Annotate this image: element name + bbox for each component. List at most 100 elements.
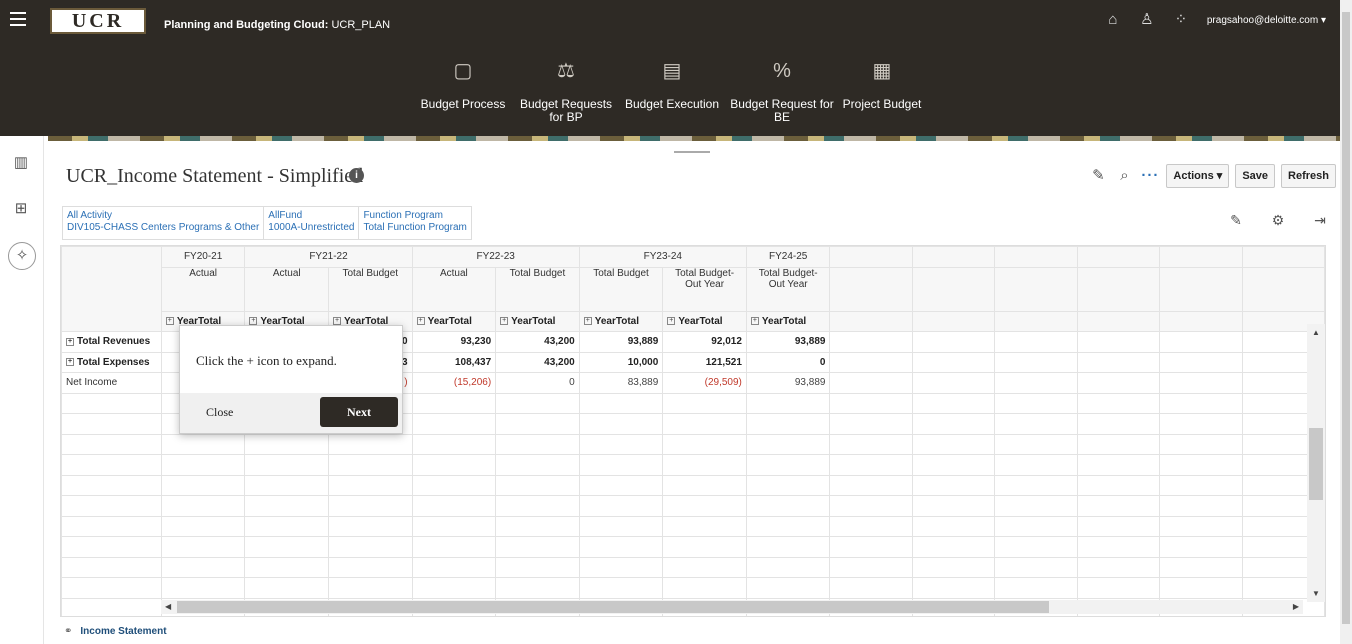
empty-row <box>61 515 1325 537</box>
app-title-name: UCR_PLAN <box>331 19 391 31</box>
period-header[interactable]: + YearTotal <box>495 310 580 332</box>
data-cell[interactable]: 93,889 <box>745 372 831 394</box>
data-cell[interactable]: 93,889 <box>578 331 664 353</box>
grid-horizontal-scrollbar[interactable]: ◀ ▶ <box>161 600 1303 614</box>
year-header: FY20-21 <box>160 246 246 268</box>
empty-row <box>61 454 1325 476</box>
expand-icon[interactable]: + <box>66 358 74 367</box>
data-cell[interactable]: (29,509) <box>662 372 747 394</box>
row-header[interactable]: + Total Expenses <box>61 351 162 373</box>
user-menu[interactable]: pragsahoo@deloitte.com ▾ <box>1207 15 1326 26</box>
data-cell[interactable]: 0 <box>745 351 831 373</box>
data-cell[interactable]: (15,206) <box>411 372 497 394</box>
scroll-right-icon[interactable]: ▶ <box>1293 602 1299 611</box>
expand-icon[interactable]: + <box>500 317 509 326</box>
active-card-icon[interactable]: ✧ <box>8 242 36 270</box>
close-button[interactable]: Close <box>206 405 233 420</box>
tab-income-statement[interactable]: ⚭ Income Statement <box>64 626 167 637</box>
empty-row <box>61 577 1325 599</box>
pov-dim-value: 1000A-Unrestricted <box>268 222 355 233</box>
period-label: YearTotal <box>427 315 472 327</box>
scroll-left-icon[interactable]: ◀ <box>165 602 171 611</box>
year-header: FY23-24 <box>578 246 747 268</box>
period-header[interactable]: + YearTotal <box>745 310 831 332</box>
period-header[interactable]: + YearTotal <box>578 310 664 332</box>
period-label: YearTotal <box>678 315 723 327</box>
scenario-header: Actual <box>411 266 497 312</box>
edit-icon[interactable]: ✎ <box>1088 166 1108 186</box>
pov-function-program[interactable]: Function Program Total Function Program <box>359 207 470 239</box>
row-header[interactable]: + Total Revenues <box>61 331 162 353</box>
collapse-panel-icon[interactable]: ⇥ <box>1310 210 1330 230</box>
expand-icon[interactable]: + <box>249 317 258 326</box>
refresh-button[interactable]: Refresh <box>1281 164 1336 188</box>
gear-icon[interactable]: ⚙ <box>1268 210 1288 230</box>
expand-icon[interactable]: + <box>667 317 676 326</box>
scenario-header: Total Budget-Out Year <box>662 266 747 312</box>
search-member-icon[interactable]: ⌕ <box>1114 166 1134 186</box>
expand-icon[interactable]: + <box>750 317 759 326</box>
app-title-prefix: Planning and Budgeting Cloud: <box>164 19 329 31</box>
menu-icon[interactable] <box>10 12 26 26</box>
scroll-down-icon[interactable]: ▼ <box>1312 589 1320 598</box>
scenario-header: Actual <box>244 266 329 312</box>
period-label: YearTotal <box>761 315 807 327</box>
next-button[interactable]: Next <box>320 397 398 427</box>
data-cell[interactable]: 121,521 <box>662 351 747 373</box>
period-header[interactable]: + YearTotal <box>411 310 497 332</box>
vertical-scroll-thumb[interactable] <box>1309 428 1323 500</box>
more-icon[interactable]: ··· <box>1140 166 1160 186</box>
window-scrollbar[interactable] <box>1340 0 1352 644</box>
data-cell[interactable]: 10,000 <box>578 351 664 373</box>
corner-cell <box>61 246 162 332</box>
data-cell[interactable]: 83,889 <box>578 372 664 394</box>
forms-grid-icon[interactable]: ⊞ <box>10 198 32 220</box>
data-cell[interactable]: 0 <box>495 372 580 394</box>
pov-bar: All Activity DIV105-CHASS Centers Progra… <box>62 206 472 240</box>
left-rail: ▥ ⊞ ✧ <box>0 136 44 644</box>
expand-icon[interactable]: + <box>165 317 174 326</box>
scenario-header: Actual <box>160 266 246 312</box>
expand-icon[interactable]: + <box>66 337 74 346</box>
period-header[interactable]: + YearTotal <box>662 310 747 332</box>
pov-activity[interactable]: All Activity DIV105-CHASS Centers Progra… <box>63 207 265 239</box>
tour-footer: Close Next <box>180 393 402 433</box>
pencil-icon[interactable]: ✎ <box>1226 210 1246 230</box>
navigator-icon[interactable]: ⁘ <box>1173 12 1189 28</box>
expand-icon[interactable]: + <box>333 317 341 326</box>
accessibility-icon[interactable]: ♙ <box>1139 12 1155 28</box>
nav-budget-execution[interactable]: ▤ Budget Execution <box>622 58 722 111</box>
data-cell[interactable]: 93,230 <box>411 331 497 353</box>
data-cell[interactable]: 43,200 <box>495 331 580 353</box>
nav-budget-process[interactable]: ▢ Budget Process <box>418 58 508 111</box>
scale-icon: ⚖ <box>557 60 575 82</box>
dashboard-chart-icon[interactable]: ▥ <box>10 152 32 174</box>
data-cell[interactable]: 43,200 <box>495 351 580 373</box>
nav-label: Budget Process <box>420 97 506 111</box>
actions-button[interactable]: Actions ▾ <box>1166 164 1230 188</box>
row-header[interactable]: Net Income <box>61 372 162 394</box>
drag-handle[interactable] <box>674 151 710 153</box>
scroll-up-icon[interactable]: ▲ <box>1312 328 1320 337</box>
grid-vertical-scrollbar[interactable]: ▲ ▼ <box>1307 324 1325 602</box>
nav-project-budget[interactable]: ▦ Project Budget <box>842 58 922 111</box>
expand-icon[interactable]: + <box>416 317 425 326</box>
home-icon[interactable]: ⌂ <box>1105 12 1121 28</box>
data-cell[interactable]: 108,437 <box>411 351 497 373</box>
data-cell[interactable]: 92,012 <box>662 331 747 353</box>
period-label: YearTotal <box>511 315 556 327</box>
save-button[interactable]: Save <box>1235 164 1276 188</box>
info-icon[interactable]: i <box>349 168 364 183</box>
row-label: Total Expenses <box>77 356 150 368</box>
expand-icon[interactable]: + <box>583 317 592 326</box>
pov-fund[interactable]: AllFund 1000A-Unrestricted <box>264 207 360 239</box>
empty-row <box>61 556 1325 578</box>
horizontal-scroll-thumb[interactable] <box>177 601 1049 613</box>
data-cell[interactable]: 93,889 <box>745 331 831 353</box>
window-scroll-thumb[interactable] <box>1342 12 1350 624</box>
empty-row <box>61 536 1325 558</box>
nav-budget-requests-bp[interactable]: ⚖ Budget Requests for BP <box>516 58 616 124</box>
nav-budget-request-be[interactable]: % Budget Request for BE <box>724 58 840 124</box>
period-label: YearTotal <box>594 315 640 327</box>
pov-dim-label: Function Program <box>363 210 443 221</box>
